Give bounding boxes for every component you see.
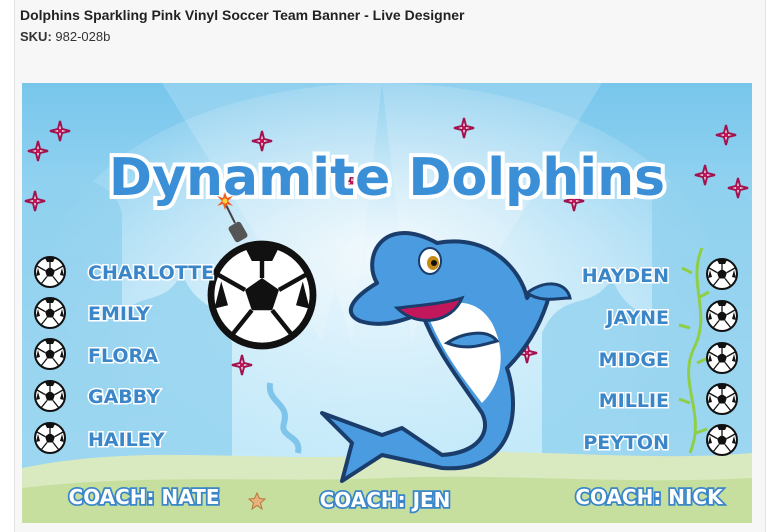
banner-preview[interactable]: Dynamite Dolphins CHARLOTTE EMILY FLORA (22, 83, 752, 523)
soccer-ball-icon (34, 297, 66, 329)
soccer-ball-icon (706, 300, 738, 332)
coach-right[interactable]: COACH: NICK (574, 483, 726, 511)
player-name-right-5[interactable]: PEYTON (582, 431, 671, 456)
sku-label: SKU: (20, 29, 52, 44)
soccer-ball-icon (706, 342, 738, 374)
player-name-left-2[interactable]: EMILY (87, 302, 152, 327)
player-name-left-4[interactable]: GABBY (87, 385, 162, 410)
team-name-title[interactable]: Dynamite Dolphins (105, 144, 669, 212)
player-name-right-3[interactable]: MIDGE (597, 348, 670, 373)
soccer-ball-icon (211, 244, 313, 346)
product-title: Dolphins Sparkling Pink Vinyl Soccer Tea… (20, 7, 465, 23)
player-name-left-3[interactable]: FLORA (87, 344, 160, 369)
player-name-left-5[interactable]: HAILEY (87, 428, 167, 453)
soccer-ball-icon (34, 338, 66, 370)
soccer-ball-icon (706, 383, 738, 415)
player-name-right-4[interactable]: MILLIE (597, 389, 670, 414)
sku-value: 982-028b (55, 29, 111, 44)
banner-canvas: Dynamite Dolphins CHARLOTTE EMILY FLORA (22, 83, 752, 523)
soccer-ball-icon (706, 424, 738, 456)
sku-line: SKU: 982-028b (20, 29, 110, 44)
soccer-ball-icon (34, 380, 66, 412)
coach-center[interactable]: COACH: JEN (318, 486, 452, 514)
player-name-left-1[interactable]: CHARLOTTE (87, 261, 216, 286)
soccer-ball-icon (34, 422, 66, 454)
soccer-ball-icon (706, 258, 738, 290)
coach-left[interactable]: COACH: NATE (67, 483, 221, 511)
player-name-right-2[interactable]: JAYNE (603, 306, 671, 331)
soccer-ball-icon (34, 256, 66, 288)
player-name-right-1[interactable]: HAYDEN (580, 264, 670, 289)
